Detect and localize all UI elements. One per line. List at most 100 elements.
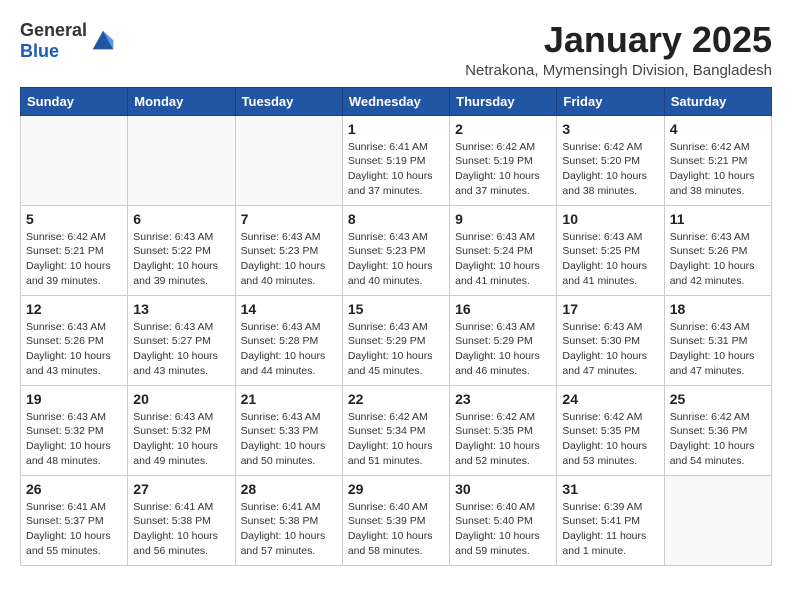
calendar-cell: 7Sunrise: 6:43 AM Sunset: 5:23 PM Daylig… — [235, 205, 342, 295]
day-number: 2 — [455, 121, 551, 137]
header-wednesday: Wednesday — [342, 87, 449, 115]
calendar-cell: 23Sunrise: 6:42 AM Sunset: 5:35 PM Dayli… — [450, 385, 557, 475]
calendar-cell: 8Sunrise: 6:43 AM Sunset: 5:23 PM Daylig… — [342, 205, 449, 295]
calendar-cell: 10 Sunrise: 6:43 AM Sunset: 5:25 PM Dayli… — [557, 205, 664, 295]
day-info: Sunrise: 6:43 AM Sunset: 5:33 PM Dayligh… — [241, 410, 337, 469]
day-info: Sunrise: 6:42 AM Sunset: 5:35 PM Dayligh… — [562, 410, 658, 469]
calendar-cell: 25Sunrise: 6:42 AM Sunset: 5:36 PM Dayli… — [664, 385, 771, 475]
day-number: 22 — [348, 391, 444, 407]
day-info: Sunrise: 6:41 AM Sunset: 5:38 PM Dayligh… — [133, 500, 229, 559]
day-info: Sunrise: 6:42 AM Sunset: 5:20 PM Dayligh… — [562, 140, 658, 199]
day-info: Sunrise: 6:43 AM Sunset: 5:23 PM Dayligh… — [348, 230, 444, 289]
page: General Blue January 2025 Netrakona, Mym… — [0, 0, 792, 576]
day-number: 5 — [26, 211, 122, 227]
day-number: 31 — [562, 481, 658, 497]
day-number: 9 — [455, 211, 551, 227]
calendar-cell: 21 Sunrise: 6:43 AM Sunset: 5:33 PM Dayli… — [235, 385, 342, 475]
logo-icon — [89, 27, 117, 55]
day-info: Sunrise: 6:43 AM Sunset: 5:30 PM Dayligh… — [562, 320, 658, 379]
day-number: 4 — [670, 121, 766, 137]
day-number: 20 — [133, 391, 229, 407]
day-info: Sunrise: 6:42 AM Sunset: 5:19 PM Dayligh… — [455, 140, 551, 199]
day-number: 27 — [133, 481, 229, 497]
calendar-cell: 15 Sunrise: 6:43 AM Sunset: 5:29 PM Dayli… — [342, 295, 449, 385]
day-number: 17 — [562, 301, 658, 317]
day-number: 29 — [348, 481, 444, 497]
calendar-cell: 26Sunrise: 6:41 AM Sunset: 5:37 PM Dayli… — [21, 475, 128, 565]
calendar-cell — [128, 115, 235, 205]
logo-text: General Blue — [20, 20, 87, 62]
day-info: Sunrise: 6:42 AM Sunset: 5:21 PM Dayligh… — [26, 230, 122, 289]
calendar-cell: 30 Sunrise: 6:40 AM Sunset: 5:40 PM Dayli… — [450, 475, 557, 565]
days-header-row: Sunday Monday Tuesday Wednesday Thursday… — [21, 87, 772, 115]
calendar-table: Sunday Monday Tuesday Wednesday Thursday… — [20, 87, 772, 566]
calendar-cell: 1 Sunrise: 6:41 AM Sunset: 5:19 PM Daylig… — [342, 115, 449, 205]
day-number: 1 — [348, 121, 444, 137]
day-number: 15 — [348, 301, 444, 317]
calendar-cell: 20Sunrise: 6:43 AM Sunset: 5:32 PM Dayli… — [128, 385, 235, 475]
logo-general: General — [20, 20, 87, 40]
day-number: 28 — [241, 481, 337, 497]
calendar-cell: 4 Sunrise: 6:42 AM Sunset: 5:21 PM Daylig… — [664, 115, 771, 205]
location-subtitle: Netrakona, Mymensingh Division, Banglade… — [465, 62, 772, 79]
day-number: 23 — [455, 391, 551, 407]
day-info: Sunrise: 6:43 AM Sunset: 5:27 PM Dayligh… — [133, 320, 229, 379]
day-info: Sunrise: 6:43 AM Sunset: 5:32 PM Dayligh… — [26, 410, 122, 469]
calendar-cell: 27 Sunrise: 6:41 AM Sunset: 5:38 PM Dayli… — [128, 475, 235, 565]
day-number: 18 — [670, 301, 766, 317]
day-info: Sunrise: 6:39 AM Sunset: 5:41 PM Dayligh… — [562, 500, 658, 559]
calendar-cell — [235, 115, 342, 205]
day-number: 25 — [670, 391, 766, 407]
calendar-cell: 28 Sunrise: 6:41 AM Sunset: 5:38 PM Dayli… — [235, 475, 342, 565]
day-info: Sunrise: 6:40 AM Sunset: 5:40 PM Dayligh… — [455, 500, 551, 559]
day-info: Sunrise: 6:43 AM Sunset: 5:29 PM Dayligh… — [455, 320, 551, 379]
header-friday: Friday — [557, 87, 664, 115]
day-number: 26 — [26, 481, 122, 497]
day-info: Sunrise: 6:43 AM Sunset: 5:25 PM Dayligh… — [562, 230, 658, 289]
calendar-cell: 19Sunrise: 6:43 AM Sunset: 5:32 PM Dayli… — [21, 385, 128, 475]
calendar-cell: 9 Sunrise: 6:43 AM Sunset: 5:24 PM Daylig… — [450, 205, 557, 295]
calendar-cell: 18 Sunrise: 6:43 AM Sunset: 5:31 PM Dayli… — [664, 295, 771, 385]
day-number: 30 — [455, 481, 551, 497]
day-info: Sunrise: 6:43 AM Sunset: 5:26 PM Dayligh… — [26, 320, 122, 379]
header: General Blue January 2025 Netrakona, Mym… — [20, 20, 772, 79]
calendar-week-3: 12Sunrise: 6:43 AM Sunset: 5:26 PM Dayli… — [21, 295, 772, 385]
calendar-cell: 2 Sunrise: 6:42 AM Sunset: 5:19 PM Daylig… — [450, 115, 557, 205]
day-info: Sunrise: 6:41 AM Sunset: 5:19 PM Dayligh… — [348, 140, 444, 199]
calendar-cell: 29 Sunrise: 6:40 AM Sunset: 5:39 PM Dayli… — [342, 475, 449, 565]
day-info: Sunrise: 6:43 AM Sunset: 5:22 PM Dayligh… — [133, 230, 229, 289]
day-number: 21 — [241, 391, 337, 407]
day-info: Sunrise: 6:42 AM Sunset: 5:21 PM Dayligh… — [670, 140, 766, 199]
day-number: 6 — [133, 211, 229, 227]
day-number: 7 — [241, 211, 337, 227]
calendar-week-2: 5 Sunrise: 6:42 AM Sunset: 5:21 PM Daylig… — [21, 205, 772, 295]
day-info: Sunrise: 6:43 AM Sunset: 5:28 PM Dayligh… — [241, 320, 337, 379]
day-number: 24 — [562, 391, 658, 407]
day-number: 13 — [133, 301, 229, 317]
header-sunday: Sunday — [21, 87, 128, 115]
calendar-cell: 17 Sunrise: 6:43 AM Sunset: 5:30 PM Dayli… — [557, 295, 664, 385]
day-number: 10 — [562, 211, 658, 227]
header-tuesday: Tuesday — [235, 87, 342, 115]
day-number: 14 — [241, 301, 337, 317]
header-monday: Monday — [128, 87, 235, 115]
day-info: Sunrise: 6:42 AM Sunset: 5:34 PM Dayligh… — [348, 410, 444, 469]
day-number: 16 — [455, 301, 551, 317]
day-info: Sunrise: 6:43 AM Sunset: 5:26 PM Dayligh… — [670, 230, 766, 289]
calendar-cell: 22 Sunrise: 6:42 AM Sunset: 5:34 PM Dayli… — [342, 385, 449, 475]
title-block: January 2025 Netrakona, Mymensingh Divis… — [465, 20, 772, 79]
day-info: Sunrise: 6:43 AM Sunset: 5:24 PM Dayligh… — [455, 230, 551, 289]
calendar-cell: 3Sunrise: 6:42 AM Sunset: 5:20 PM Daylig… — [557, 115, 664, 205]
month-title: January 2025 — [465, 20, 772, 60]
calendar-cell: 13 Sunrise: 6:43 AM Sunset: 5:27 PM Dayli… — [128, 295, 235, 385]
day-info: Sunrise: 6:41 AM Sunset: 5:38 PM Dayligh… — [241, 500, 337, 559]
calendar-cell — [21, 115, 128, 205]
day-number: 11 — [670, 211, 766, 227]
calendar-cell: 5 Sunrise: 6:42 AM Sunset: 5:21 PM Daylig… — [21, 205, 128, 295]
day-info: Sunrise: 6:43 AM Sunset: 5:31 PM Dayligh… — [670, 320, 766, 379]
header-saturday: Saturday — [664, 87, 771, 115]
calendar-week-5: 26Sunrise: 6:41 AM Sunset: 5:37 PM Dayli… — [21, 475, 772, 565]
logo: General Blue — [20, 20, 117, 62]
day-info: Sunrise: 6:43 AM Sunset: 5:29 PM Dayligh… — [348, 320, 444, 379]
day-info: Sunrise: 6:40 AM Sunset: 5:39 PM Dayligh… — [348, 500, 444, 559]
